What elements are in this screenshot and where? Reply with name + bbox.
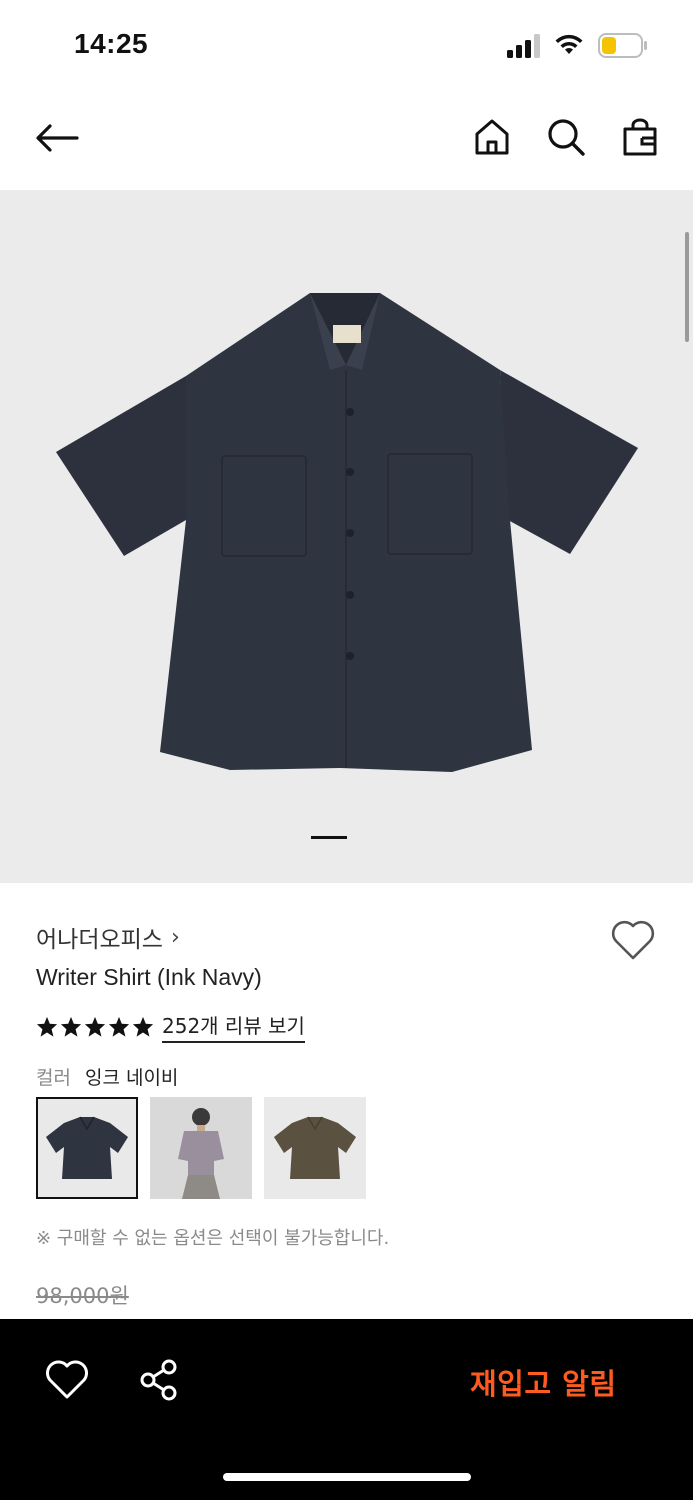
star-icon (132, 1016, 154, 1037)
swatch-image (274, 1116, 356, 1179)
color-value: 잉크 네이비 (84, 1067, 179, 1089)
star-icon (36, 1016, 58, 1037)
rating-row: 252개 리뷰 보기 (36, 1010, 305, 1043)
restock-alert-button[interactable]: 재입고 알림 (470, 1361, 617, 1403)
home-button[interactable] (466, 111, 518, 163)
battery-icon (598, 33, 647, 58)
scroll-indicator[interactable] (685, 232, 689, 342)
bottom-action-bar: 재입고 알림 (0, 1319, 693, 1500)
review-link[interactable]: 252개 리뷰 보기 (162, 1010, 305, 1043)
back-arrow-icon (36, 124, 79, 152)
search-button[interactable] (540, 111, 592, 163)
share-icon[interactable] (138, 1359, 180, 1401)
color-swatches (36, 1097, 366, 1199)
star-icon (84, 1016, 106, 1037)
swatch-olive-brown[interactable] (264, 1097, 366, 1199)
brand-name: 어나더오피스 (36, 927, 163, 953)
wishlist-heart-icon[interactable] (610, 918, 656, 962)
home-indicator (223, 1473, 471, 1481)
status-time: 14:25 (74, 28, 149, 59)
shopping-bag-icon (623, 118, 657, 156)
product-image-carousel[interactable] (0, 190, 693, 883)
brand-link[interactable]: 어나더오피스 › (36, 920, 180, 954)
product-title: Writer Shirt (Ink Navy) (36, 964, 262, 990)
product-image (56, 293, 638, 772)
home-icon (475, 119, 509, 155)
star-icon (60, 1016, 82, 1037)
back-button[interactable] (30, 113, 84, 163)
swatch-image (178, 1108, 224, 1199)
cellular-signal-icon (507, 34, 540, 58)
wifi-icon (555, 34, 583, 54)
color-row: 컬러 잉크 네이비 (36, 1063, 178, 1090)
top-navigation (0, 95, 693, 185)
shopping-bag-button[interactable] (614, 111, 666, 163)
carousel-page-indicator (311, 836, 347, 839)
rating-stars (36, 1016, 154, 1038)
swatch-image (46, 1116, 128, 1179)
chevron-right-icon: › (170, 924, 180, 950)
swatch-ink-navy[interactable] (36, 1097, 138, 1199)
status-bar: 14:25 (0, 0, 693, 90)
swatch-model-lavender[interactable] (150, 1097, 252, 1199)
original-price: 98,000원 (36, 1284, 129, 1308)
option-notice: ※ 구매할 수 없는 옵션은 선택이 불가능합니다. (36, 1228, 390, 1249)
search-icon (548, 119, 585, 156)
color-label: 컬러 (36, 1067, 71, 1089)
heart-icon[interactable] (44, 1359, 90, 1401)
star-icon (108, 1016, 130, 1037)
